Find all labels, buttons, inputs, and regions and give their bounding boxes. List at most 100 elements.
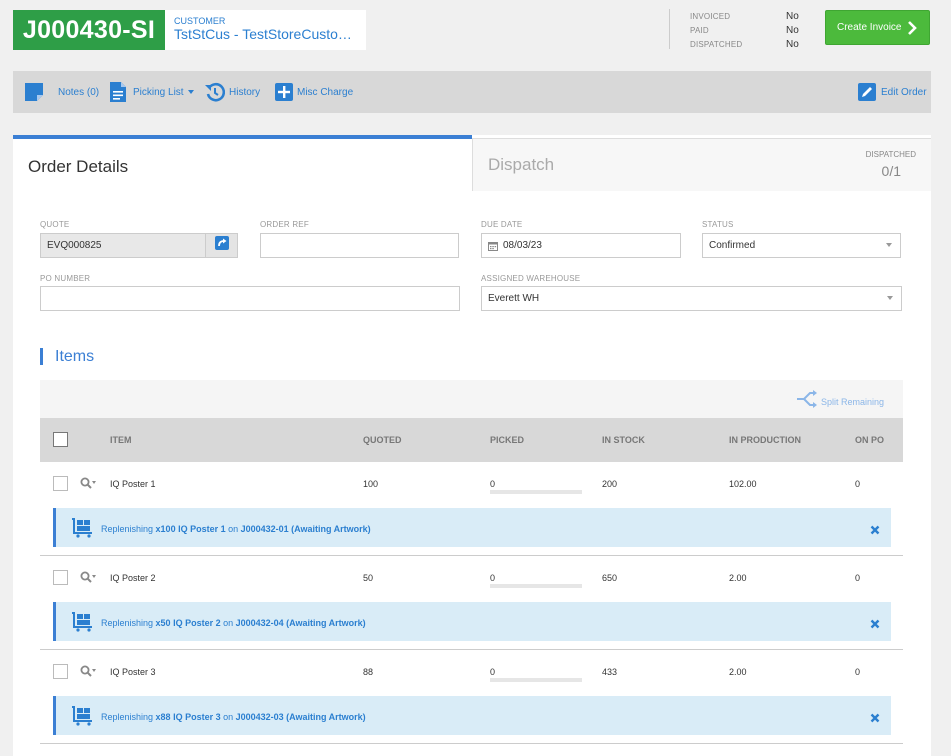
- item-picked: 0: [490, 667, 496, 677]
- tab-dispatch[interactable]: Dispatch DISPATCHED 0/1: [472, 138, 931, 191]
- status-value: No: [786, 24, 799, 36]
- picked-progress-bar: [490, 490, 582, 494]
- replenishing-job-link[interactable]: J000432-01 (Awaiting Artwork): [241, 524, 371, 534]
- order-status-summary: INVOICED No PAID No DISPATCHED No: [690, 9, 800, 51]
- table-row: IQ Poster 2 50 0 650 2.00 0 Replenishing…: [40, 556, 903, 650]
- column-header-quoted: QUOTED: [363, 435, 402, 445]
- caret-down-icon: [887, 296, 893, 300]
- open-quote-button[interactable]: [205, 233, 238, 258]
- replenishing-message[interactable]: Replenishing x50 IQ Poster 2 on J000432-…: [101, 618, 366, 628]
- order-ref-input[interactable]: [260, 233, 459, 258]
- pallet-cart-icon: [71, 518, 93, 543]
- replenishing-prefix: Replenishing: [101, 524, 156, 534]
- split-icon: [796, 389, 818, 411]
- history-button[interactable]: History: [205, 71, 260, 113]
- replenishing-prefix: Replenishing: [101, 618, 156, 628]
- chevron-right-icon: [907, 20, 917, 39]
- warehouse-select[interactable]: Everett WH: [481, 286, 902, 311]
- plus-icon: [275, 83, 293, 101]
- warehouse-select-value: Everett WH: [488, 293, 540, 304]
- history-label: History: [229, 86, 261, 98]
- caret-down-icon: [92, 481, 96, 484]
- caret-down-icon: [92, 669, 96, 672]
- items-heading: Items: [40, 348, 94, 365]
- order-ref-label: ORDER REF: [260, 220, 309, 229]
- replenishing-notice: Replenishing x50 IQ Poster 2 on J000432-…: [53, 602, 891, 641]
- open-link-icon: [214, 236, 229, 255]
- select-all-checkbox[interactable]: [53, 432, 68, 447]
- notes-button[interactable]: Notes (0): [24, 71, 99, 113]
- document-icon: [109, 81, 127, 103]
- picking-list-dropdown[interactable]: Picking List: [109, 71, 194, 113]
- status-dispatched: DISPATCHED No: [690, 37, 800, 51]
- po-number-input[interactable]: [40, 286, 460, 311]
- caret-down-icon: [886, 243, 892, 247]
- row-checkbox[interactable]: [53, 570, 68, 585]
- status-select[interactable]: Confirmed: [702, 233, 901, 258]
- search-icon[interactable]: [80, 664, 92, 682]
- create-invoice-button[interactable]: Create Invoice: [825, 10, 930, 45]
- customer-label: CUSTOMER: [174, 16, 226, 26]
- close-icon[interactable]: [870, 616, 880, 634]
- misc-charge-button[interactable]: Misc Charge: [275, 71, 353, 113]
- close-icon[interactable]: [870, 710, 880, 728]
- replenishing-on: on: [220, 618, 236, 628]
- quote-field: EVQ000825: [40, 233, 206, 258]
- item-in-stock: 433: [602, 667, 618, 677]
- item-picked: 0: [490, 479, 496, 489]
- notes-label: Notes (0): [58, 86, 100, 98]
- caret-down-icon: [92, 575, 96, 578]
- replenishing-job-link[interactable]: J000432-04 (Awaiting Artwork): [236, 618, 366, 628]
- item-in-production: 2.00: [729, 667, 747, 677]
- item-quoted: 50: [363, 573, 374, 583]
- misc-charge-label: Misc Charge: [297, 86, 354, 98]
- item-on-po: 0: [855, 667, 861, 677]
- column-header-item: ITEM: [110, 435, 132, 445]
- replenishing-message[interactable]: Replenishing x100 IQ Poster 1 on J000432…: [101, 524, 371, 534]
- due-date-value: 08/03/23: [503, 240, 542, 251]
- order-details-panel: QUOTE EVQ000825 ORDER REF DUE DATE 08/03…: [13, 191, 931, 756]
- customer-box[interactable]: CUSTOMER TstStCus - TestStoreCustomer: [165, 10, 366, 50]
- replenishing-on: on: [225, 524, 241, 534]
- item-picked: 0: [490, 573, 496, 583]
- items-table-header: ITEM QUOTED PICKED IN STOCK IN PRODUCTIO…: [40, 418, 903, 462]
- status-field-label: STATUS: [702, 220, 734, 229]
- warehouse-label: ASSIGNED WAREHOUSE: [481, 274, 581, 283]
- status-label: PAID: [690, 25, 709, 35]
- status-label: DISPATCHED: [690, 39, 743, 49]
- status-value: No: [786, 10, 799, 22]
- quote-value: EVQ000825: [47, 240, 102, 251]
- items-toolbar: Split Remaining: [40, 380, 903, 418]
- replenishing-job-link[interactable]: J000432-03 (Awaiting Artwork): [236, 712, 366, 722]
- header-divider: [669, 9, 670, 49]
- job-number-badge: J000430-SI: [13, 10, 165, 50]
- tab-order-details[interactable]: Order Details: [13, 135, 472, 191]
- pallet-cart-icon: [71, 612, 93, 637]
- note-icon: [24, 82, 44, 102]
- search-icon[interactable]: [80, 570, 92, 588]
- item-in-production: 2.00: [729, 573, 747, 583]
- replenishing-notice: Replenishing x88 IQ Poster 3 on J000432-…: [53, 696, 891, 735]
- item-quoted: 100: [363, 479, 379, 489]
- pallet-cart-icon: [71, 706, 93, 731]
- caret-down-icon: [187, 90, 194, 94]
- replenishing-message[interactable]: Replenishing x88 IQ Poster 3 on J000432-…: [101, 712, 366, 722]
- row-checkbox[interactable]: [53, 664, 68, 679]
- status-select-value: Confirmed: [709, 240, 756, 251]
- due-date-input[interactable]: 08/03/23: [481, 233, 681, 258]
- column-header-in-stock: IN STOCK: [602, 435, 645, 445]
- close-icon[interactable]: [870, 522, 880, 540]
- status-value: No: [786, 38, 799, 50]
- item-on-po: 0: [855, 573, 861, 583]
- split-remaining-button[interactable]: Split Remaining: [796, 389, 884, 411]
- row-checkbox[interactable]: [53, 476, 68, 491]
- history-icon: [205, 82, 225, 102]
- status-paid: PAID No: [690, 23, 800, 37]
- item-name: IQ Poster 3: [110, 667, 156, 677]
- edit-order-button[interactable]: Edit Order: [858, 71, 927, 113]
- search-icon[interactable]: [80, 476, 92, 494]
- column-header-picked: PICKED: [490, 435, 525, 445]
- picking-list-label: Picking List: [133, 86, 184, 98]
- tab-bar: Order Details Dispatch DISPATCHED 0/1: [13, 135, 931, 191]
- customer-value[interactable]: TstStCus - TestStoreCustomer: [174, 26, 359, 43]
